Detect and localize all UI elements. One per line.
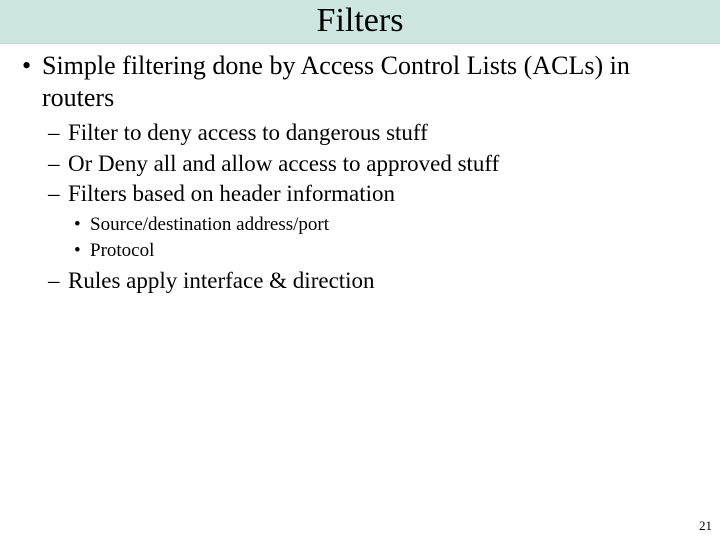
bullet-list-level2: Filter to deny access to dangerous stuff… bbox=[42, 119, 706, 296]
list-item: Simple filtering done by Access Control … bbox=[14, 50, 706, 295]
bullet-list-level3: Source/destination address/port Protocol bbox=[68, 213, 706, 263]
list-item: Protocol bbox=[68, 239, 706, 263]
list-item: Source/destination address/port bbox=[68, 213, 706, 237]
list-item: Filter to deny access to dangerous stuff bbox=[42, 119, 706, 148]
page-number: 21 bbox=[699, 518, 712, 534]
list-item: Filters based on header information Sour… bbox=[42, 180, 706, 262]
list-item: Rules apply interface & direction bbox=[42, 267, 706, 296]
title-band: Filters bbox=[0, 0, 720, 44]
bullet-text: Source/destination address/port bbox=[90, 214, 329, 235]
bullet-text: Simple filtering done by Access Control … bbox=[42, 51, 630, 111]
slide-title: Filters bbox=[0, 2, 720, 39]
bullet-text: Filters based on header information bbox=[68, 181, 395, 206]
bullet-text: Rules apply interface & direction bbox=[68, 268, 375, 293]
slide-content: Simple filtering done by Access Control … bbox=[0, 44, 720, 295]
bullet-text: Protocol bbox=[90, 240, 154, 261]
bullet-list-level1: Simple filtering done by Access Control … bbox=[14, 50, 706, 295]
bullet-text: Or Deny all and allow access to approved… bbox=[68, 151, 499, 176]
bullet-text: Filter to deny access to dangerous stuff bbox=[68, 120, 428, 145]
list-item: Or Deny all and allow access to approved… bbox=[42, 150, 706, 179]
